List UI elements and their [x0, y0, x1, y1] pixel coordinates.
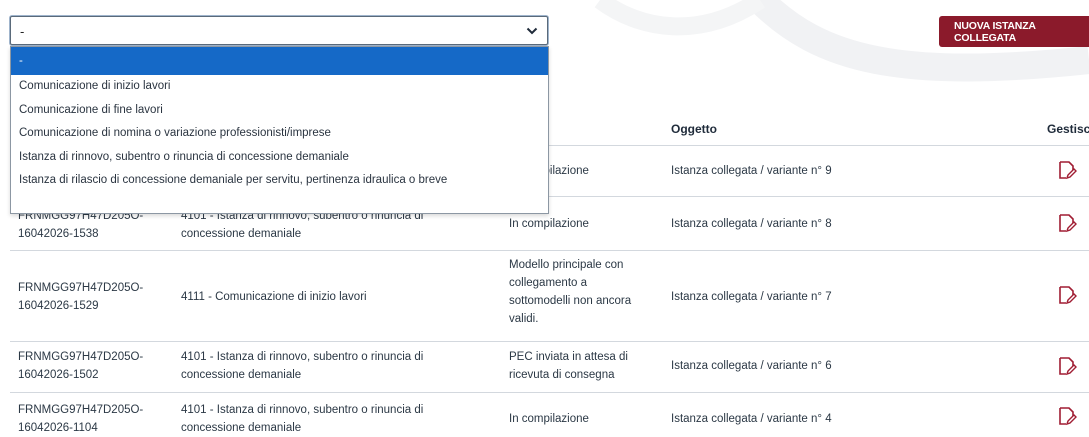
row-divider: [10, 250, 1089, 251]
row-subject: Istanza collegata / variante n° 8: [671, 218, 832, 230]
row-divider: [10, 392, 1089, 393]
row-subject: Istanza collegata / variante n° 6: [671, 360, 832, 372]
row-description-line2: concessione demaniale: [181, 228, 302, 240]
new-linked-instance-button[interactable]: NUOVA ISTANZA COLLEGATA: [939, 16, 1089, 47]
row-status-line1: PEC inviata in attesa di: [509, 351, 628, 363]
row-code-line1: FRNMGG97H47D205O-: [18, 351, 144, 363]
row-code-line2: 16042026-1104: [18, 422, 98, 434]
row-status: In compilazione: [509, 413, 589, 425]
row-status-line3: sottomodelli non ancora: [509, 295, 632, 307]
row-code-line2: 16042026-1529: [18, 300, 99, 312]
edit-document-icon[interactable]: [1056, 284, 1078, 306]
dropdown-option-rilascio-concessione[interactable]: Istanza di rilascio di concessione deman…: [11, 169, 548, 193]
dropdown-option-fine-lavori[interactable]: Comunicazione di fine lavori: [11, 99, 548, 123]
row-description-line2: concessione demaniale: [181, 369, 302, 381]
row-code-line2: 16042026-1538: [18, 228, 99, 240]
edit-document-icon[interactable]: [1056, 159, 1078, 181]
row-status: In compilazione: [509, 218, 589, 230]
row-status-line2: collegamento a: [509, 277, 587, 289]
dropdown-option-empty[interactable]: -: [11, 47, 548, 75]
istanza-type-dropdown-list: - Comunicazione di inizio lavori Comunic…: [10, 46, 549, 214]
row-status-line4: validi.: [509, 313, 539, 325]
row-code-line1: FRNMGG97H47D205O-: [18, 282, 144, 294]
dropdown-option-rinnovo-concessione[interactable]: Istanza di rinnovo, subentro o rinuncia …: [11, 146, 548, 170]
row-subject: Istanza collegata / variante n° 7: [671, 291, 832, 303]
row-divider: [10, 341, 1089, 342]
dropdown-option-inizio-lavori[interactable]: Comunicazione di inizio lavori: [11, 75, 548, 99]
row-status-line1: Modello principale con: [509, 259, 624, 271]
select-current-value: -: [20, 24, 25, 39]
column-header-oggetto: Oggetto: [671, 122, 717, 136]
edit-document-icon[interactable]: [1056, 212, 1078, 234]
row-description-line1: 4111 - Comunicazione di inizio lavori: [181, 291, 367, 303]
row-code-line2: 16042026-1502: [18, 369, 99, 381]
column-header-gestisci: Gestisci: [1047, 122, 1089, 136]
row-description-line1: 4101 - Istanza di rinnovo, subentro o ri…: [181, 351, 424, 363]
edit-document-icon[interactable]: [1056, 355, 1078, 377]
row-code-line1: FRNMGG97H47D205O-: [18, 404, 144, 416]
dropdown-option-nomina-professionisti[interactable]: Comunicazione di nomina o variazione pro…: [11, 122, 548, 146]
row-status-line2: ricevuta di consegna: [509, 369, 615, 381]
edit-document-icon[interactable]: [1056, 405, 1078, 427]
row-subject: Istanza collegata / variante n° 9: [671, 165, 832, 177]
row-description-line1: 4101 - Istanza di rinnovo, subentro o ri…: [181, 404, 424, 416]
row-description-line2: concessione demaniale: [181, 422, 302, 434]
row-subject: Istanza collegata / variante n° 4: [671, 413, 832, 425]
istanza-type-select[interactable]: -: [10, 16, 548, 45]
chevron-down-icon: [526, 27, 538, 35]
